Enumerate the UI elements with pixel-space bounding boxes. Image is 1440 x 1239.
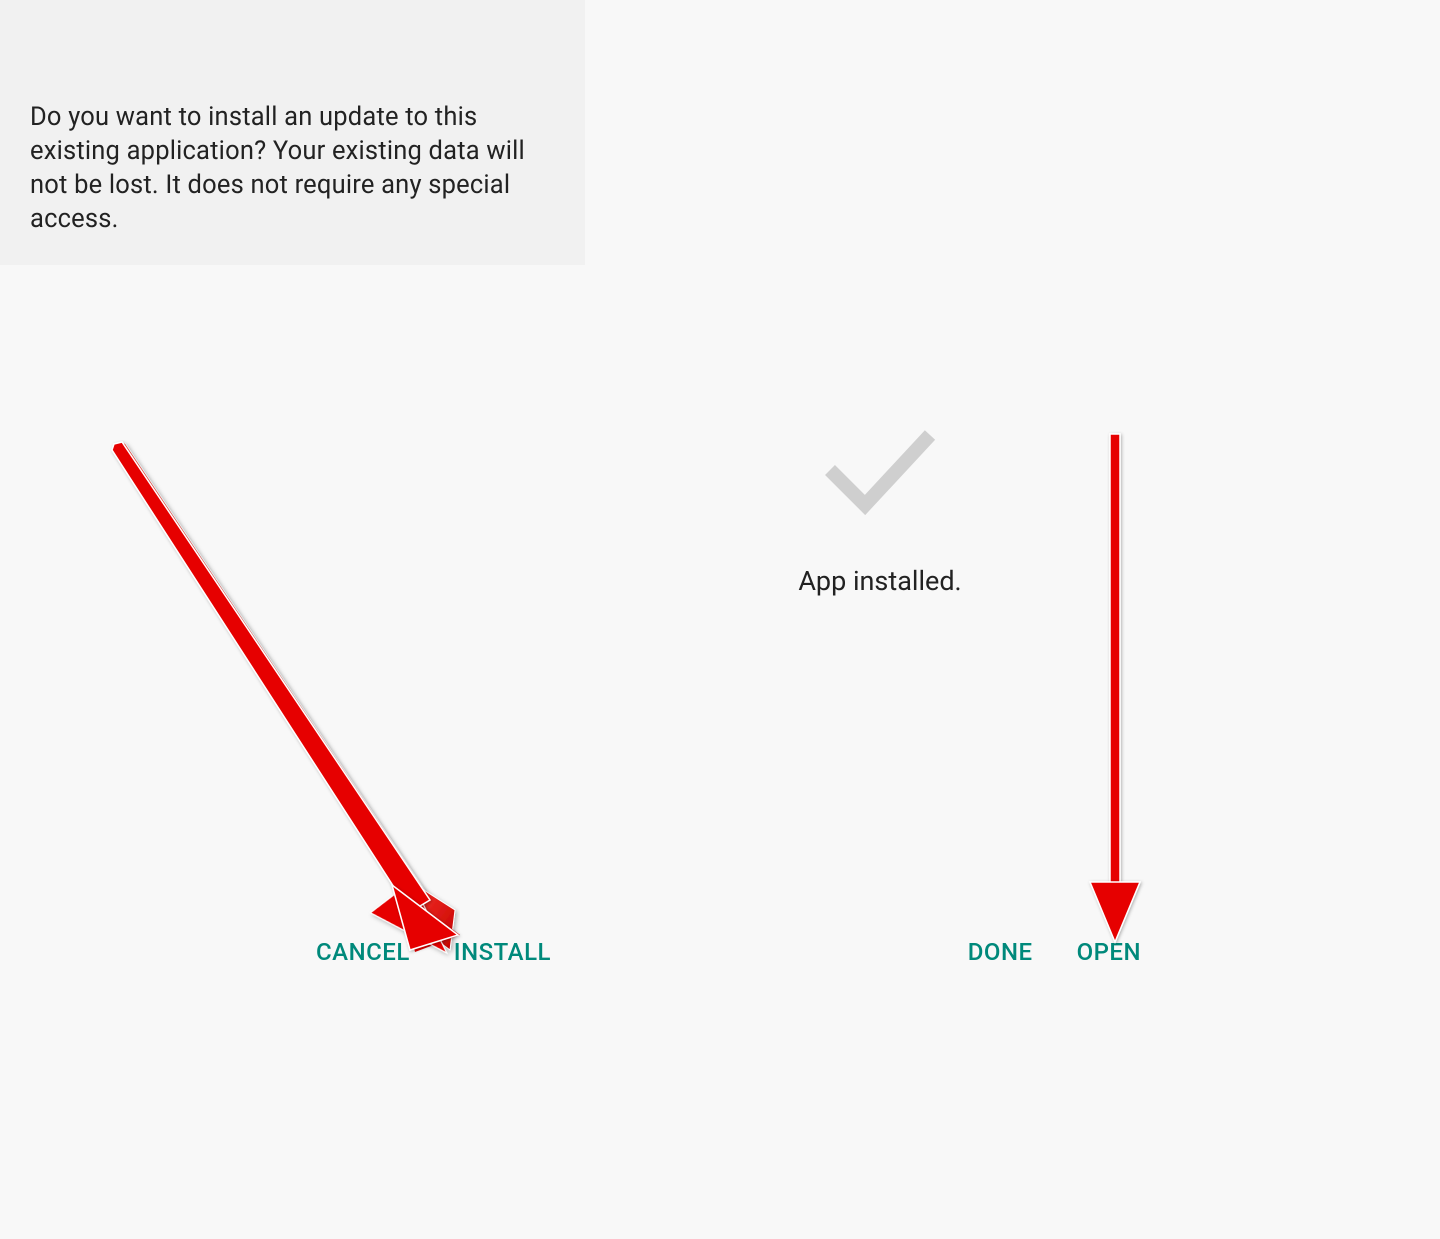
install-prompt-text: Do you want to install an update to this… bbox=[30, 100, 555, 236]
done-button[interactable]: DONE bbox=[964, 930, 1037, 974]
checkmark-icon bbox=[820, 420, 940, 520]
install-prompt-box: Do you want to install an update to this… bbox=[0, 0, 585, 265]
installed-buttons: DONE OPEN bbox=[620, 930, 1175, 974]
arrow-to-open-icon bbox=[1080, 430, 1150, 950]
app-installed-text: App installed. bbox=[600, 565, 1160, 597]
install-prompt-panel: Do you want to install an update to this… bbox=[0, 0, 585, 1000]
install-button[interactable]: INSTALL bbox=[450, 930, 555, 974]
install-prompt-buttons: CANCEL INSTALL bbox=[0, 930, 585, 974]
open-button[interactable]: OPEN bbox=[1073, 930, 1145, 974]
cancel-button[interactable]: CANCEL bbox=[312, 930, 414, 974]
